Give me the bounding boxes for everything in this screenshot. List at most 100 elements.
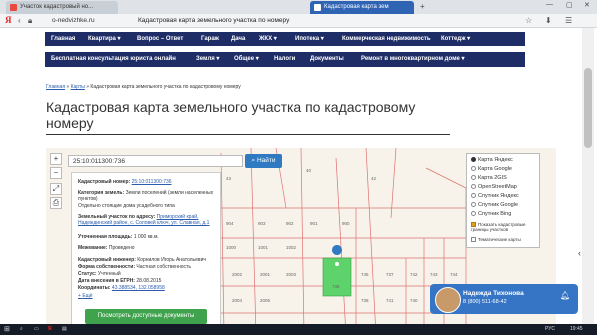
breadcrumb-current: Кадастровая карта земельного участка по … (90, 84, 241, 90)
layer-label: OpenStreetMap (478, 184, 517, 190)
parcel-label: 40 (306, 168, 312, 173)
find-button-label: Найти (256, 157, 276, 164)
search-icon: ⌕ (251, 157, 256, 164)
extensions-icon[interactable]: ⬇ (545, 15, 552, 26)
new-tab-icon[interactable]: + (420, 2, 425, 11)
layer-option[interactable]: Карта 2GIS (471, 175, 507, 181)
nav-item-consultation[interactable]: Бесплатная консультация юриста онлайн (51, 52, 176, 67)
search-icon[interactable]: ⌕ (20, 324, 23, 335)
nav-item-repair[interactable]: Ремонт в многоквартирном доме ▾ (361, 52, 465, 67)
layer-option[interactable]: Карта Google (471, 166, 512, 172)
layer-option[interactable]: Спутник Яндекс (471, 193, 519, 199)
nav-item-apartment[interactable]: Квартира ▾ (88, 32, 121, 46)
browser-tab[interactable]: Участок кадастровый но... (6, 1, 118, 14)
layer-option[interactable]: Спутник Google (471, 202, 518, 208)
cadastral-search-input[interactable]: 25:10:011300:736 (68, 155, 243, 167)
find-button[interactable]: ⌕ Найти (245, 154, 282, 168)
yandex-browser-icon[interactable]: Я (48, 324, 52, 335)
coords-link[interactable]: 43.388534, 132.058958 (112, 285, 165, 291)
main-navigation: Главная Квартира ▾ Вопрос – Ответ Гараж … (45, 32, 525, 46)
parcel-label: 1001 (258, 245, 269, 250)
overlay-thematic-option[interactable]: Тематические карты (471, 237, 521, 243)
info-label: Кадастровый инженер: (78, 257, 136, 263)
bookmark-icon[interactable]: ☆ (525, 15, 532, 26)
zoom-out-icon[interactable]: − (50, 167, 62, 179)
contact-phone[interactable]: 8 (800) 511-68-42 (463, 299, 507, 305)
parcel-label: 737 (386, 272, 394, 277)
breadcrumb-maps-link[interactable]: Карты (71, 84, 85, 90)
nav-item-land[interactable]: Земля ▾ (196, 52, 219, 67)
nav-item-documents[interactable]: Документы (310, 52, 344, 67)
page-title: Кадастровая карта земельного участка по … (46, 99, 416, 131)
parcel-label: 42 (371, 176, 377, 181)
layer-label: Карта Яндекс (478, 157, 513, 163)
site-favicon-icon (314, 4, 321, 11)
nav-item-cottage[interactable]: Коттедж ▾ (441, 32, 470, 46)
parcel-label: 738 (361, 298, 369, 303)
layer-label: Спутник Google (478, 202, 518, 208)
more-link-label: Ещё (82, 293, 93, 299)
nav-item-taxes[interactable]: Налоги (274, 52, 295, 67)
map-controls: + − ⤢ ⎙ (50, 153, 62, 211)
contact-name: Надежда Тихонова (463, 290, 524, 297)
breadcrumb-home-link[interactable]: Главная (46, 84, 65, 90)
radio-icon (471, 211, 476, 217)
language-indicator[interactable]: РУС (545, 324, 555, 335)
cad-number-link[interactable]: 25:10:011300:736 (132, 179, 172, 185)
info-label: Межевание: (78, 245, 108, 251)
nav-item-garage[interactable]: Гараж (201, 32, 219, 46)
nav-item-dacha[interactable]: Дача (231, 32, 245, 46)
scrollbar-thumb[interactable] (584, 68, 592, 148)
overlay-label: Тематические карты (478, 237, 521, 242)
layer-label: Спутник Bing (478, 211, 512, 217)
parcel-label: 1000 (226, 245, 237, 250)
taskview-icon[interactable]: ▭ (34, 324, 39, 335)
layer-option[interactable]: Карта Яндекс (471, 157, 513, 163)
yandex-logo-icon[interactable]: Я (5, 15, 12, 26)
info-label: Дата внесения в ЕГРН: (78, 278, 135, 284)
parcel-label: 2003 (286, 272, 297, 277)
radio-icon (471, 184, 476, 190)
zoom-in-icon[interactable]: + (50, 153, 62, 165)
bell-icon[interactable]: 🔔︎ (560, 291, 570, 301)
info-label: Категория земель: (78, 190, 125, 196)
minimize-icon[interactable]: — (546, 1, 553, 8)
nav-item-general[interactable]: Общее ▾ (234, 52, 259, 67)
nav-item-qa[interactable]: Вопрос – Ответ (137, 32, 183, 46)
parcel-label: 743 (430, 272, 438, 277)
nav-item-commercial[interactable]: Коммерческая недвижимость (342, 32, 431, 46)
more-link[interactable]: + Ещё (78, 293, 93, 299)
parcel-label: 2001 (260, 272, 271, 277)
parcel-label: 2005 (260, 298, 271, 303)
parcel-label: 741 (386, 298, 394, 303)
expand-icon: + (78, 293, 81, 299)
nav-item-housing[interactable]: ЖКХ ▾ (259, 32, 277, 46)
browser-tab-active[interactable]: Кадастровая карта зем (310, 1, 414, 14)
breadcrumb: Главная » Карты » Кадастровая карта земе… (46, 84, 241, 90)
windows-start-icon[interactable]: ⊞ (4, 324, 10, 335)
layer-option[interactable]: Спутник Bing (471, 211, 511, 217)
overlay-cadastral-option[interactable]: Показать кадастровые границы участков (471, 222, 537, 232)
checkbox-icon (471, 237, 476, 243)
info-value: Отдельно стоящие дома усадебного типа (78, 203, 175, 209)
menu-icon[interactable]: ☰ (565, 15, 572, 26)
folder-icon[interactable]: ▤ (62, 324, 67, 335)
print-icon[interactable]: ⎙ (50, 197, 62, 209)
taskbar: ⊞ ⌕ ▭ Я ▤ РУС 19:45 (0, 324, 597, 335)
clock[interactable]: 19:45 (570, 324, 583, 335)
nav-item-mortgage[interactable]: Ипотека ▾ (295, 32, 324, 46)
parcel-label: 1002 (286, 245, 297, 250)
maximize-icon[interactable]: ▢ (566, 1, 573, 9)
close-icon[interactable]: ✕ (584, 1, 590, 9)
view-documents-button[interactable]: Посмотреть доступные документы (85, 309, 207, 324)
url-field[interactable]: o-nedvizhke.ru (52, 15, 95, 26)
tab-label: Участок кадастровый но... (20, 4, 94, 10)
layer-option[interactable]: OpenStreetMap (471, 184, 517, 190)
back-icon[interactable]: ‹ (18, 15, 21, 26)
fullscreen-icon[interactable]: ⤢ (50, 183, 62, 195)
avatar (435, 287, 461, 313)
chevron-left-icon[interactable]: ‹ (578, 248, 581, 258)
nav-item-home[interactable]: Главная (51, 32, 75, 46)
info-value: Частная собственность (136, 264, 191, 270)
radio-icon (471, 202, 476, 208)
